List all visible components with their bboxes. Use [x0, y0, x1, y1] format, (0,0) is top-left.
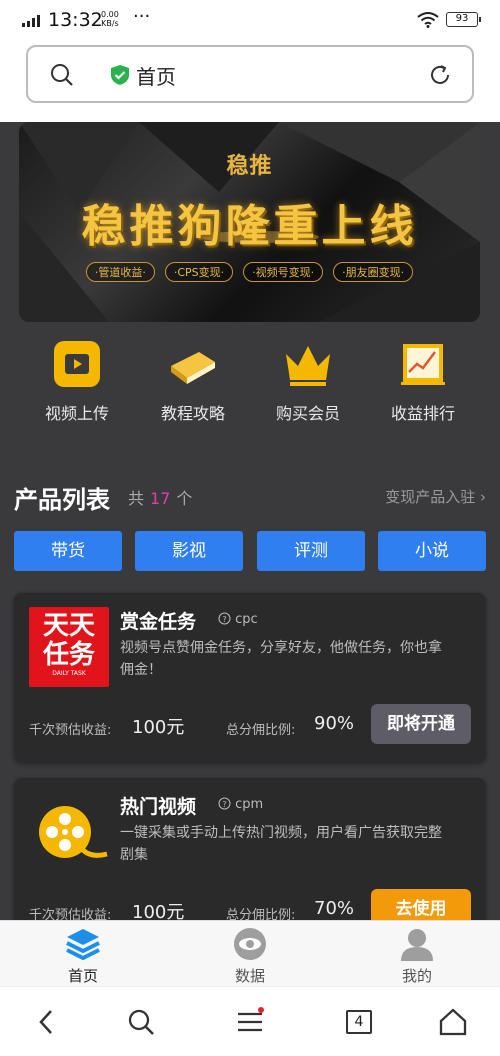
card-metric-label: 千次预估收益: — [29, 723, 112, 738]
tab-label: 数据 — [234, 967, 265, 985]
reload-icon[interactable] — [428, 63, 452, 87]
card-metric-label: 总分佣比例: — [226, 723, 296, 738]
category-button[interactable]: 小说 — [378, 531, 486, 571]
category-button[interactable]: 带货 — [14, 531, 122, 571]
banner-headline: 稳推狗隆重上线 — [81, 201, 418, 252]
film-reel-icon — [39, 806, 108, 858]
card-type: ? cpc — [218, 612, 258, 627]
coming-soon-button[interactable]: 即将开通 — [371, 704, 471, 744]
page-title: 首页 — [136, 65, 176, 89]
search-icon[interactable] — [50, 63, 74, 87]
quick-video-upload[interactable]: 视频上传 — [19, 340, 135, 430]
product-count: 共 17 个 — [128, 489, 193, 508]
back-icon[interactable] — [32, 1007, 62, 1037]
eye-icon — [234, 928, 266, 960]
tabs-switcher[interactable]: 4 — [344, 1007, 374, 1037]
banner-brand: 稳推 — [226, 154, 273, 179]
join-products-link[interactable]: 变现产品入驻 › — [385, 486, 486, 507]
user-icon — [401, 929, 433, 961]
signal-icon — [22, 15, 40, 27]
card-type: ? cpm — [218, 797, 263, 812]
banner-tag: ·视频号变现· — [243, 262, 324, 282]
browser-nav-bar: 4 — [0, 986, 500, 1056]
tab-data[interactable]: 数据 — [200, 927, 300, 985]
bottom-tab-bar: 首页 数据 我的 — [0, 920, 500, 986]
card-description: 一键采集或手动上传热门视频，用户看广告获取完整剧集 — [120, 825, 442, 863]
tab-mine[interactable]: 我的 — [367, 927, 467, 985]
quick-earnings-rank[interactable]: 收益排行 — [365, 340, 481, 430]
quick-label: 收益排行 — [390, 404, 455, 423]
quick-tutorial[interactable]: 教程攻略 — [135, 340, 251, 430]
product-list-header: 产品列表 共 17 个 变现产品入驻 › — [14, 480, 486, 514]
chart-rank-icon — [401, 344, 445, 385]
layers-icon — [66, 929, 100, 961]
svg-text:?: ? — [222, 615, 226, 624]
card-title: 热门视频 — [120, 796, 197, 818]
video-play-icon — [54, 341, 100, 387]
help-icon: ? — [218, 612, 231, 625]
tab-label: 首页 — [67, 967, 98, 985]
tab-count: 4 — [346, 1010, 372, 1034]
address-bar[interactable]: 首页 — [26, 45, 474, 103]
quick-label: 购买会员 — [275, 404, 340, 423]
card-metric-value: 90% — [314, 713, 355, 734]
product-card[interactable]: 天天 任务 DAILY TASK 赏金任务 ? cpc 视频号点赞佣金任务，分享… — [14, 593, 486, 763]
more-notifications-icon: ··· — [133, 6, 151, 27]
help-icon: ? — [218, 797, 231, 810]
banner-tags: ·管道收益· ·CPS变现· ·视频号变现· ·朋友圈变现· — [19, 262, 480, 282]
book-icon — [171, 352, 215, 384]
quick-label: 教程攻略 — [160, 404, 225, 423]
banner-tag: ·CPS变现· — [164, 262, 234, 282]
section-title: 产品列表 — [14, 486, 110, 514]
secure-shield-icon — [111, 65, 129, 85]
card-metric-value: 70% — [314, 898, 355, 919]
category-button[interactable]: 评测 — [257, 531, 365, 571]
network-speed: 0.00 KB/s — [101, 10, 119, 28]
browser-toolbar: 首页 — [0, 40, 500, 122]
battery-icon: 93 — [446, 12, 481, 27]
wifi-icon — [417, 12, 439, 28]
promo-banner[interactable]: 稳推 稳推狗隆重上线 ·管道收益· ·CPS变现· ·视频号变现· ·朋友圈变现… — [19, 122, 480, 322]
quick-buy-membership[interactable]: 购买会员 — [250, 340, 366, 430]
search-icon[interactable] — [126, 1007, 156, 1037]
daily-task-logo: 天天 任务 DAILY TASK — [29, 607, 109, 687]
card-metric-value: 100元 — [132, 717, 185, 738]
status-bar: 13:32 0.00 KB/s ··· 93 — [0, 0, 500, 40]
card-description: 视频号点赞佣金任务，分享好友，他做任务，你也拿佣金！ — [120, 640, 442, 678]
svg-text:?: ? — [222, 800, 226, 809]
banner-tag: ·朋友圈变现· — [333, 262, 414, 282]
crown-icon — [286, 346, 330, 386]
menu-icon[interactable] — [235, 1007, 265, 1037]
banner-tag: ·管道收益· — [85, 262, 155, 282]
category-button[interactable]: 影视 — [135, 531, 243, 571]
home-icon[interactable] — [438, 1007, 468, 1037]
tab-home[interactable]: 首页 — [33, 927, 133, 985]
tab-label: 我的 — [401, 967, 432, 985]
card-title: 赏金任务 — [120, 611, 197, 633]
clock: 13:32 — [48, 9, 103, 31]
quick-label: 视频上传 — [44, 404, 109, 423]
